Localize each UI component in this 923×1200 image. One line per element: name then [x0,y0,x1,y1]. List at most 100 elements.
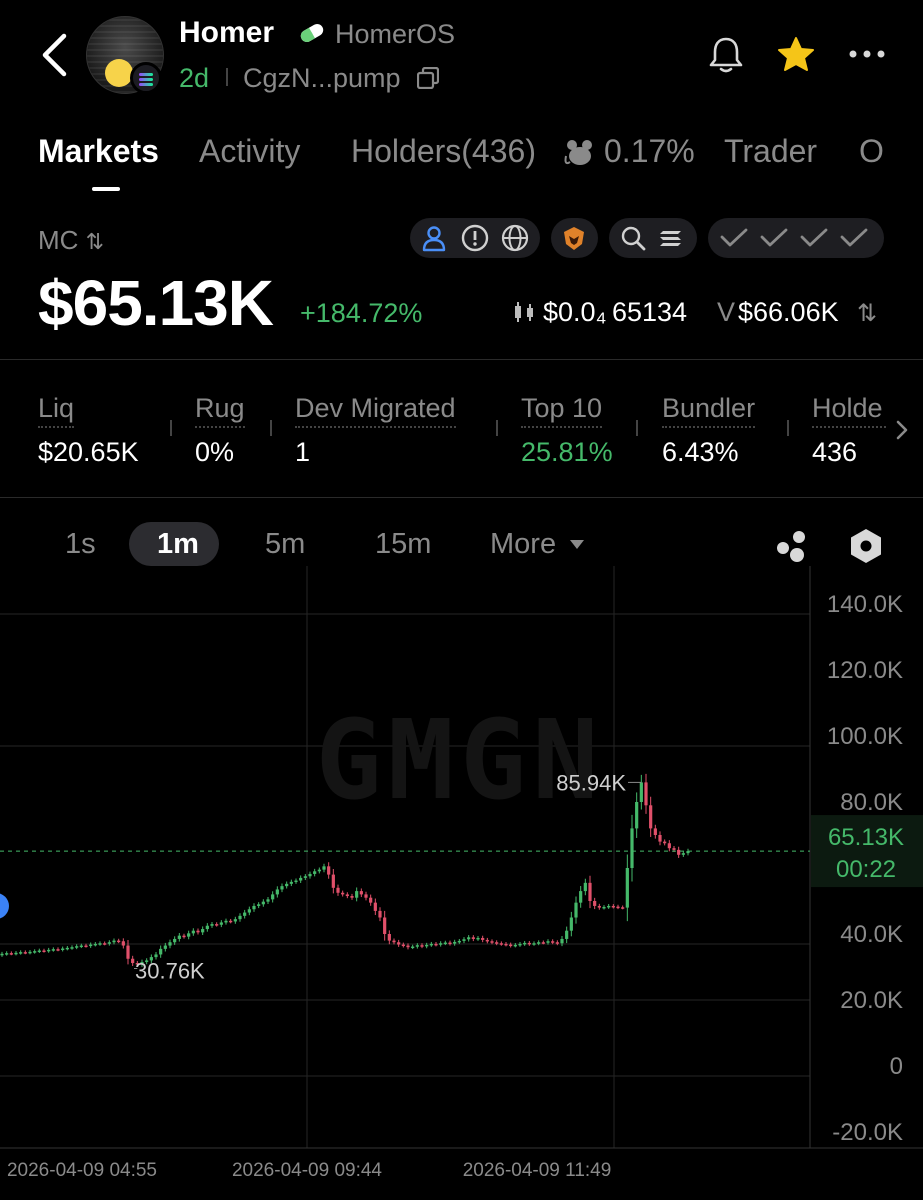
more-options-icon[interactable] [848,48,886,60]
timeframe-5m[interactable]: 5m [265,528,305,561]
candle-body [196,930,200,933]
stat-liq-label[interactable]: Liq [38,393,75,428]
candle-body [247,909,251,913]
candle-body [327,866,331,875]
candle-body [219,922,223,925]
candle-body [401,944,405,947]
divider [170,420,172,436]
candle-body [532,943,536,945]
stat-liq-value: $20.65K [38,437,139,467]
star-favorite-icon[interactable] [776,35,816,75]
search-icon[interactable] [619,224,647,252]
candle-body [107,942,111,944]
candle-body [308,873,312,877]
stat-bundler-label[interactable]: Bundler [662,393,756,428]
timeframe-1s[interactable]: 1s [65,528,96,561]
volume-value: $66.06K [738,297,839,327]
candle-countdown: 00:22 [836,856,896,883]
candle-body [159,948,163,955]
candle-body [476,937,480,940]
y-axis-tick-label: 0 [890,1053,903,1080]
candle-body [61,948,65,951]
candle-body [667,843,671,849]
copy-icon[interactable] [417,67,439,89]
candle-body [392,940,396,943]
candle-body [495,942,499,944]
timeframe-15m[interactable]: 15m [375,528,431,561]
price-chart[interactable]: GMGN140.0K120.0K100.0K80.0K60.0K40.0K20.… [0,566,923,1200]
stat-dev-migrated-label[interactable]: Dev Migrated [295,393,456,428]
candle-body [275,889,279,895]
candle-body [355,891,359,898]
candle-body [555,942,559,944]
candle-body [177,935,181,939]
tab-trader[interactable]: Trader [724,133,817,170]
active-tab-indicator [92,187,120,191]
candle-body [154,954,158,958]
candle-icon [515,302,533,322]
token-tag: HomerOS [335,19,456,49]
solana-scan-icon[interactable] [657,224,685,252]
tab-rat-percent[interactable]: 0.17% [604,133,695,170]
candle-body [518,943,522,946]
settings-hex-icon[interactable] [849,528,883,564]
candle-body [639,782,643,802]
divider [787,420,789,436]
social-badges [410,218,540,258]
candle-body [79,945,83,948]
candle-body [112,940,116,943]
candle-body [602,906,606,909]
user-icon[interactable] [420,224,448,252]
bell-icon[interactable] [706,35,746,75]
candle-body [121,941,125,946]
candle-body [593,901,597,906]
chart-scroll-handle[interactable] [0,893,9,919]
bubble-map-icon[interactable] [774,528,810,564]
candle-body [173,938,177,943]
candle-body [23,952,27,954]
candle-body [289,881,293,884]
tab-holders[interactable]: Holders(436) [351,133,536,170]
timeframe-more[interactable]: More [490,528,556,561]
candle-body [439,943,443,945]
candle-body [5,953,9,955]
mc-label: MC [38,225,79,255]
candle-body [33,951,37,953]
candle-body [299,877,303,881]
back-arrow-icon[interactable] [36,30,76,80]
tab-activity[interactable]: Activity [199,133,300,170]
candle-body [215,924,219,926]
globe-icon[interactable] [501,224,529,252]
candle-body [490,941,494,943]
divider [0,497,923,498]
tab-markets[interactable]: Markets [38,133,159,170]
candle-body [373,902,377,911]
candle-body [649,805,653,829]
mc-label-row[interactable]: MC ⇅ [38,225,104,256]
contract-address[interactable]: CgzN...pump [243,63,401,94]
token-name: Homer [179,16,275,49]
candle-body [681,853,685,855]
timeframe-1m[interactable]: 1m [157,528,199,561]
candle-body [224,920,228,923]
stat-top10-label[interactable]: Top 10 [521,393,603,428]
stat-rug-label[interactable]: Rug [195,393,245,428]
info-alert-icon[interactable] [461,224,489,252]
candle-body [579,891,583,903]
candle-body [51,949,55,951]
candle-body [658,835,662,842]
candle-body [635,802,639,829]
chevron-right-icon[interactable] [892,418,912,442]
candle-body [481,937,485,940]
candle-body [210,924,214,926]
audit-checks[interactable] [708,218,884,258]
volume-sort-icon[interactable]: ⇅ [857,299,877,328]
candle-body [569,917,573,931]
y-axis-tick-label: 80.0K [840,789,903,816]
stat-holders-label[interactable]: Holde [812,393,886,428]
eagle-icon[interactable] [560,224,588,252]
caret-down-icon[interactable] [570,540,584,550]
candle-body [630,828,634,868]
y-axis-tick-label: 140.0K [827,591,903,618]
tab-overflow[interactable]: O [859,133,884,170]
